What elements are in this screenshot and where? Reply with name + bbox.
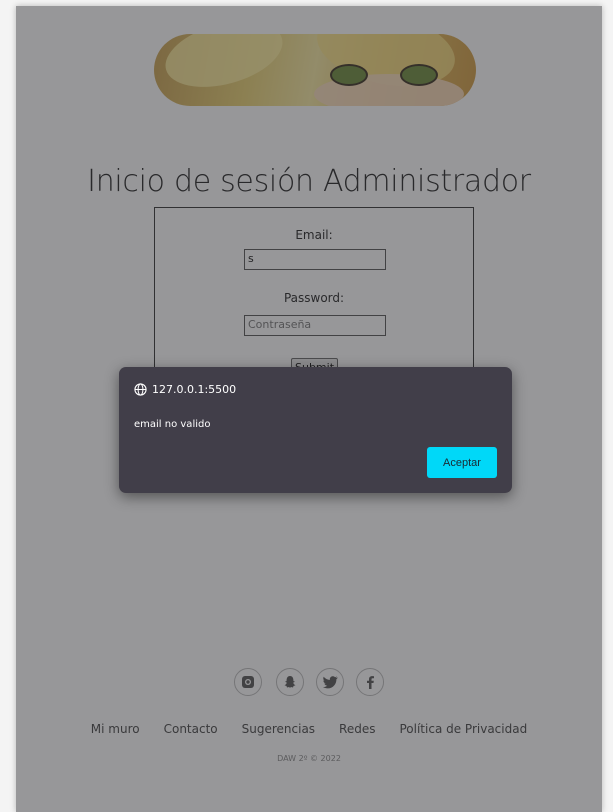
dialog-message: email no valido	[134, 419, 211, 430]
alert-dialog: 127.0.0.1:5500 email no valido Aceptar	[119, 367, 512, 493]
accept-button[interactable]: Aceptar	[427, 447, 497, 478]
dialog-origin-text: 127.0.0.1:5500	[152, 383, 237, 396]
globe-icon	[134, 383, 147, 396]
dialog-origin: 127.0.0.1:5500	[134, 383, 236, 396]
